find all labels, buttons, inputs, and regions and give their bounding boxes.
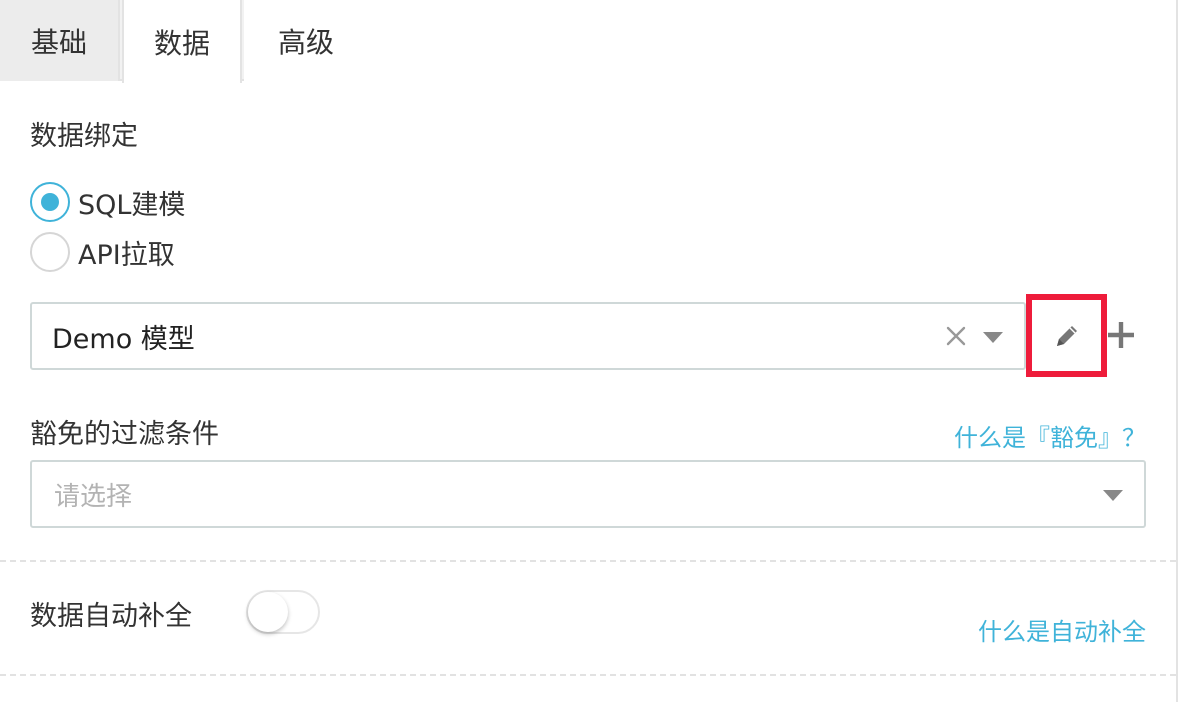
data-settings-panel: 基础 数据 高级 数据绑定 SQL建模 API拉取 Demo 模型 豁免的过滤条… bbox=[0, 0, 1184, 702]
plus-icon[interactable] bbox=[1108, 322, 1134, 348]
section-title: 数据绑定 bbox=[30, 121, 138, 152]
section-divider bbox=[0, 560, 1176, 562]
pencil-icon bbox=[1056, 325, 1077, 346]
auto-complete-label: 数据自动补全 bbox=[30, 601, 192, 632]
tab-data-label: 数据 bbox=[153, 26, 210, 60]
panel-right-border bbox=[1176, 0, 1178, 702]
caret-down-icon[interactable] bbox=[982, 330, 1004, 344]
radio-sql-label: SQL建模 bbox=[78, 189, 186, 221]
exempt-help-link[interactable]: 什么是『豁免』？ bbox=[954, 418, 1146, 453]
clear-icon[interactable] bbox=[944, 324, 968, 348]
radio-api-label: API拉取 bbox=[78, 239, 175, 271]
tab-basic-label: 基础 bbox=[30, 25, 87, 59]
tab-advanced-label: 高级 bbox=[277, 25, 334, 59]
filter-select[interactable]: 请选择 bbox=[30, 460, 1146, 528]
model-select-value: Demo 模型 bbox=[52, 323, 195, 355]
filter-select-placeholder: 请选择 bbox=[54, 481, 133, 512]
tab-advanced[interactable]: 高级 bbox=[244, 0, 368, 81]
radio-option-sql[interactable]: SQL建模 bbox=[30, 182, 185, 222]
tab-basic[interactable]: 基础 bbox=[0, 0, 120, 81]
model-select[interactable]: Demo 模型 bbox=[30, 302, 1026, 370]
caret-down-icon[interactable] bbox=[1102, 488, 1124, 502]
radio-api-indicator[interactable] bbox=[30, 232, 70, 272]
radio-option-api[interactable]: API拉取 bbox=[30, 232, 175, 272]
filter-label: 豁免的过滤条件 bbox=[30, 419, 219, 450]
tab-bar-fill bbox=[368, 0, 1178, 81]
toggle-knob bbox=[248, 592, 288, 632]
radio-sql-indicator[interactable] bbox=[30, 182, 70, 222]
auto-complete-help-link[interactable]: 什么是自动补全 bbox=[978, 612, 1146, 647]
auto-complete-toggle[interactable] bbox=[246, 590, 320, 634]
edit-model-button[interactable] bbox=[1026, 294, 1107, 377]
tab-data[interactable]: 数据 bbox=[122, 0, 242, 83]
section-divider bbox=[0, 674, 1176, 676]
